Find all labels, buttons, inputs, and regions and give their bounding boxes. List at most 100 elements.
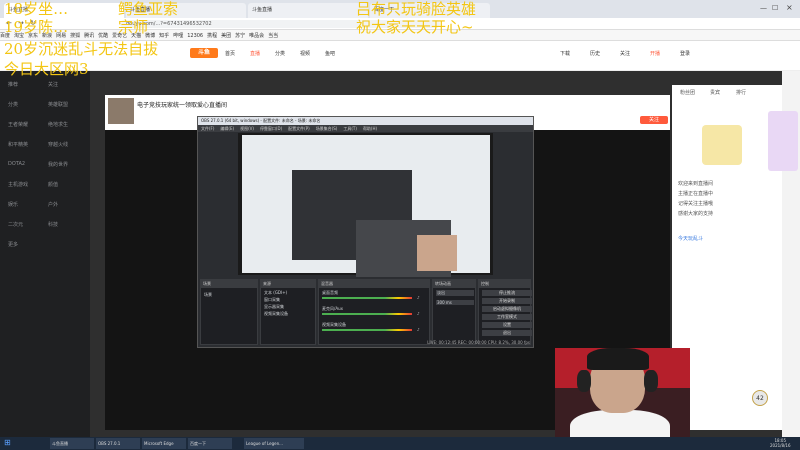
minimize-icon[interactable]: — — [760, 4, 767, 12]
follow-button[interactable]: 关注 — [640, 116, 668, 124]
obs-menu-item[interactable]: 帮助(H) — [363, 126, 377, 131]
header-download[interactable]: 下载 — [560, 50, 570, 57]
scene-item[interactable]: 场景 — [204, 292, 212, 298]
panel-tab[interactable]: 贵宾 — [710, 89, 720, 96]
nav-video[interactable]: 视频 — [300, 50, 310, 57]
bookmark-item[interactable]: 12306 — [187, 33, 203, 39]
sidebar-item[interactable]: 分类 — [8, 101, 18, 108]
nav-fishbar[interactable]: 鱼吧 — [325, 50, 335, 57]
obs-menu-item[interactable]: 视图(V) — [240, 126, 254, 131]
exit-button[interactable]: 退出 — [482, 330, 532, 336]
source-item[interactable]: 视频采集设备 — [264, 311, 288, 317]
dock-header: 来源 — [261, 280, 315, 288]
chat-message: 感谢大家的支持 — [678, 211, 714, 217]
audio-meter — [322, 329, 412, 331]
bookmark-item[interactable]: 哔哩 — [173, 32, 183, 39]
obs-menu-item[interactable]: 停靠窗口(D) — [260, 126, 282, 131]
sidebar-item[interactable]: 科技 — [48, 221, 58, 228]
sidebar-item[interactable]: 英雄联盟 — [48, 101, 68, 108]
speaker-icon[interactable]: ♪ — [417, 311, 420, 316]
sidebar-item[interactable]: 颜值 — [48, 181, 58, 188]
bookmark-item[interactable]: 知乎 — [159, 32, 169, 39]
chat-message: 记得关注主播哦 — [678, 201, 714, 207]
sidebar-item[interactable]: 关注 — [48, 81, 58, 88]
start-recording-button[interactable]: 开始录制 — [482, 298, 532, 304]
webcam-overlay — [555, 348, 690, 450]
header-golive[interactable]: 开播 — [650, 50, 660, 57]
taskbar-item[interactable]: 斗鱼直播 — [50, 438, 94, 449]
sidebar-item[interactable]: 绝地求生 — [48, 121, 68, 128]
taskbar-item[interactable]: Microsoft Edge — [142, 438, 186, 449]
taskbar-item[interactable]: League of Legen... — [244, 438, 304, 449]
header-history[interactable]: 历史 — [590, 50, 600, 57]
sidebar-item[interactable]: DOTA2 — [8, 161, 25, 167]
close-icon[interactable]: × — [786, 3, 793, 12]
bookmark-item[interactable]: 当当 — [268, 32, 278, 39]
mixer-channel: 桌面音频 — [322, 290, 338, 295]
obs-menu-item[interactable]: 配置文件(P) — [288, 126, 310, 131]
headphone-left — [577, 370, 591, 392]
nested-webcam — [417, 235, 457, 271]
obs-status-bar: LIVE: 00:12:45 REC: 00:00:00 CPU: 8.2%, … — [427, 340, 530, 345]
bookmark-item[interactable]: 美团 — [221, 32, 231, 39]
sidebar-item[interactable]: 户外 — [48, 201, 58, 208]
header-login[interactable]: 登录 — [680, 50, 690, 57]
source-item[interactable]: 窗口采集 — [264, 297, 280, 303]
nested-screen — [242, 135, 490, 280]
sidebar-item[interactable]: 和平精英 — [8, 141, 28, 148]
obs-menu-item[interactable]: 文件(F) — [201, 126, 214, 131]
scenes-dock: 场景 场景 — [200, 279, 258, 345]
transitions-dock: 转场动画 淡出 300 ms — [432, 279, 476, 345]
tab-label: 斗鱼直播 — [252, 7, 273, 13]
obs-menu-item[interactable]: 场景集合(S) — [316, 126, 338, 131]
transition-select[interactable]: 淡出 — [436, 290, 474, 296]
sidebar-item[interactable]: 主机游戏 — [8, 181, 28, 188]
sidebar-item[interactable]: 推荐 — [8, 81, 18, 88]
browser-tab[interactable]: 斗鱼直播 — [248, 3, 368, 18]
virtual-camera-button[interactable]: 启动虚拟摄像机 — [482, 306, 532, 312]
speaker-icon[interactable]: ♪ — [417, 327, 420, 332]
nav-live[interactable]: 直播 — [250, 50, 260, 57]
bookmark-item[interactable]: 携程 — [207, 32, 217, 39]
obs-window: OBS 27.0.1 (64 bit, windows) - 配置文件: 未命名… — [197, 116, 534, 348]
stop-stream-button[interactable]: 停止推流 — [482, 290, 532, 296]
nav-category[interactable]: 分类 — [275, 50, 285, 57]
source-item[interactable]: 文本 (GDI+) — [264, 290, 287, 296]
chat-message: 今天玩乱斗 — [678, 236, 704, 242]
bookmark-item[interactable]: 唯品会 — [249, 32, 264, 39]
studio-mode-button[interactable]: 工作室模式 — [482, 314, 532, 320]
start-icon[interactable]: ⊞ — [4, 438, 11, 447]
nav-home[interactable]: 首页 — [225, 50, 235, 57]
promo-badge[interactable] — [768, 111, 798, 171]
obs-menu-item[interactable]: 工具(T) — [343, 126, 357, 131]
source-item[interactable]: 显示器采集 — [264, 304, 284, 310]
chat-message: 主播正在直播中 — [678, 191, 714, 197]
duration-input[interactable]: 300 ms — [436, 300, 474, 305]
sidebar-item[interactable]: 我的世界 — [48, 161, 68, 168]
sidebar-item[interactable]: 更多 — [8, 241, 18, 248]
overlay-text: 宗师 — [118, 18, 149, 36]
site-logo[interactable]: 斗鱼 — [190, 48, 218, 58]
sidebar-item[interactable]: 王者荣耀 — [8, 121, 28, 128]
clock-date: 2021/8/16 — [770, 443, 791, 448]
bookmark-item[interactable]: 苏宁 — [235, 32, 245, 39]
mixer-channel: 视频采集设备 — [322, 322, 346, 327]
speaker-icon[interactable]: ♪ — [417, 295, 420, 300]
panel-tab[interactable]: 粉丝团 — [680, 89, 695, 96]
maximize-icon[interactable]: ☐ — [772, 4, 778, 12]
sidebar-item[interactable]: 二次元 — [8, 221, 23, 228]
overlay-text: 20岁沉迷乱斗无法自拔 — [4, 40, 159, 58]
overlay-text: 今日大区网3 — [4, 60, 89, 78]
taskbar-item[interactable]: OBS 27.0.1 — [96, 438, 140, 449]
sidebar-item[interactable]: 娱乐 — [8, 201, 18, 208]
chat-message: 欢迎来到直播间 — [678, 181, 714, 187]
sidebar-item[interactable]: 穿越火线 — [48, 141, 68, 148]
screen: 斗鱼直播 斗鱼直播 斗鱼直播 百度一下 — ☐ × ← → ↻ douyu.co… — [0, 0, 800, 450]
headphone-right — [644, 370, 658, 392]
streamer-avatar[interactable] — [108, 98, 134, 124]
panel-tab[interactable]: 排行 — [736, 89, 746, 96]
settings-button[interactable]: 设置 — [482, 322, 532, 328]
taskbar-item[interactable]: 百度一下 — [188, 438, 232, 449]
obs-menu-item[interactable]: 编辑(E) — [220, 126, 234, 131]
header-follow[interactable]: 关注 — [620, 50, 630, 57]
